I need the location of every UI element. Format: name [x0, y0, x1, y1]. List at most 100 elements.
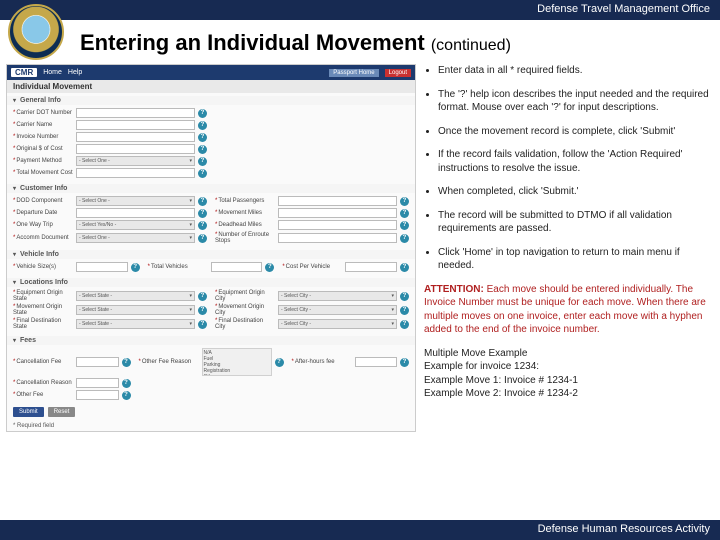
in-carrier-dot[interactable] — [76, 108, 195, 118]
instructions-panel: Enter data in all * required fields. The… — [424, 64, 714, 432]
ex-line: Example for invoice 1234: — [424, 360, 714, 374]
lbl-creason: Cancellation Reason — [13, 380, 73, 386]
in-cfee[interactable] — [76, 357, 119, 367]
help-icon[interactable]: ? — [400, 306, 409, 315]
sel-accom[interactable]: - Select One - — [76, 233, 195, 243]
help-icon[interactable]: ? — [198, 169, 207, 178]
in-enroute[interactable] — [278, 233, 397, 243]
attention-note: ATTENTION: Each move should be entered i… — [424, 283, 714, 337]
help-icon[interactable]: ? — [400, 263, 409, 272]
lbl-dod: DOD Component — [13, 198, 73, 204]
help-icon[interactable]: ? — [122, 391, 131, 400]
lbl-eqos: Equipment Origin State — [13, 290, 73, 302]
in-carrier-name[interactable] — [76, 120, 195, 130]
in-afterh[interactable] — [355, 357, 398, 367]
lbl-mos: Movement Origin State — [13, 304, 73, 316]
lbl-enroute: Number of Enroute Stops — [215, 232, 275, 244]
help-icon[interactable]: ? — [400, 320, 409, 329]
slide-header: Defense Travel Management Office — [0, 0, 720, 20]
sel-fdc[interactable]: - Select City - — [278, 319, 397, 329]
sel-payment[interactable]: - Select One - — [76, 156, 195, 166]
sel-oneway[interactable]: - Select Yes/No - — [76, 220, 195, 230]
help-icon[interactable]: ? — [198, 157, 207, 166]
sel-mos[interactable]: - Select State - — [76, 305, 195, 315]
lbl-carrier-dot: Carrier DOT Number — [13, 110, 73, 116]
sel-eqoc[interactable]: - Select City - — [278, 291, 397, 301]
help-icon[interactable]: ? — [198, 306, 207, 315]
submit-button[interactable]: Submit — [13, 407, 44, 417]
in-totalv[interactable] — [211, 262, 263, 272]
help-icon[interactable]: ? — [400, 221, 409, 230]
in-invoice[interactable] — [76, 132, 195, 142]
sel-fds[interactable]: - Select State - — [76, 319, 195, 329]
in-dep[interactable] — [76, 208, 195, 218]
help-icon[interactable]: ? — [198, 145, 207, 154]
help-icon[interactable]: ? — [198, 209, 207, 218]
lbl-total-pass: Total Passengers — [215, 198, 275, 204]
help-icon[interactable]: ? — [275, 358, 284, 367]
in-dead[interactable] — [278, 220, 397, 230]
lbl-oreason: Other Fee Reason — [139, 359, 199, 365]
help-icon[interactable]: ? — [400, 234, 409, 243]
help-icon[interactable]: ? — [122, 358, 131, 367]
bullet: If the record fails validation, follow t… — [438, 148, 714, 175]
sel-dod[interactable]: - Select One - — [76, 196, 195, 206]
footer-text: Defense Human Resources Activity — [538, 523, 710, 535]
in-total-cost[interactable] — [76, 168, 195, 178]
form-title: Individual Movement — [7, 80, 415, 93]
section-customer: Customer Info — [7, 184, 415, 193]
nav-help[interactable]: Help — [68, 69, 82, 76]
help-icon[interactable]: ? — [198, 109, 207, 118]
sel-moc[interactable]: - Select City - — [278, 305, 397, 315]
help-icon[interactable]: ? — [265, 263, 274, 272]
sel-eqos[interactable]: - Select State - — [76, 291, 195, 301]
lbl-carrier-name: Carrier Name — [13, 122, 73, 128]
lbl-totalv: Total Vehicles — [148, 264, 208, 270]
reset-button[interactable]: Reset — [48, 407, 76, 417]
lbl-move-miles: Movement Miles — [215, 210, 275, 216]
fee-reason-list[interactable]: N/AFuelParkingRegistrationOther — [202, 348, 272, 376]
help-icon[interactable]: ? — [198, 121, 207, 130]
lbl-costperv: Cost Per Vehicle — [282, 264, 342, 270]
bullet: The '?' help icon describes the input ne… — [438, 88, 714, 115]
lbl-ofee: Other Fee — [13, 392, 73, 398]
nav-home[interactable]: Home — [43, 69, 62, 76]
in-orig-cost[interactable] — [76, 144, 195, 154]
in-total-pass[interactable] — [278, 196, 397, 206]
section-locations: Locations Info — [7, 278, 415, 287]
help-icon[interactable]: ? — [198, 292, 207, 301]
lbl-vsize: Vehicle Size(s) — [13, 264, 73, 270]
help-icon[interactable]: ? — [131, 263, 140, 272]
help-icon[interactable]: ? — [198, 234, 207, 243]
bullet: Click 'Home' in top navigation to return… — [438, 246, 714, 273]
lbl-eqoc: Equipment Origin City — [215, 290, 275, 302]
lbl-moc: Movement Origin City — [215, 304, 275, 316]
attention-lead: ATTENTION: — [424, 284, 484, 295]
bullet: Once the movement record is complete, cl… — [438, 125, 714, 139]
lbl-fdc: Final Destination City — [215, 318, 275, 330]
help-icon[interactable]: ? — [400, 209, 409, 218]
help-icon[interactable]: ? — [198, 320, 207, 329]
in-creason[interactable] — [76, 378, 119, 388]
help-icon[interactable]: ? — [400, 197, 409, 206]
in-costperv[interactable] — [345, 262, 397, 272]
lbl-cfee: Cancellation Fee — [13, 359, 73, 365]
lbl-payment: Payment Method — [13, 158, 73, 164]
lbl-dead: Deadhead Miles — [215, 222, 275, 228]
lbl-oneway: One Way Trip — [13, 222, 73, 228]
ex-line: Multiple Move Example — [424, 347, 714, 361]
in-vsize[interactable] — [76, 262, 128, 272]
help-icon[interactable]: ? — [198, 197, 207, 206]
ex-line: Example Move 2: Invoice # 1234-2 — [424, 387, 714, 401]
passport-home-button[interactable]: Passport Home — [329, 69, 378, 77]
help-icon[interactable]: ? — [198, 221, 207, 230]
help-icon[interactable]: ? — [400, 358, 409, 367]
cmr-logo: CMR — [11, 68, 37, 77]
lbl-orig-cost: Original $ of Cost — [13, 146, 73, 152]
logout-button[interactable]: Logout — [385, 69, 411, 77]
help-icon[interactable]: ? — [198, 133, 207, 142]
help-icon[interactable]: ? — [400, 292, 409, 301]
in-ofee[interactable] — [76, 390, 119, 400]
in-move-miles[interactable] — [278, 208, 397, 218]
help-icon[interactable]: ? — [122, 379, 131, 388]
